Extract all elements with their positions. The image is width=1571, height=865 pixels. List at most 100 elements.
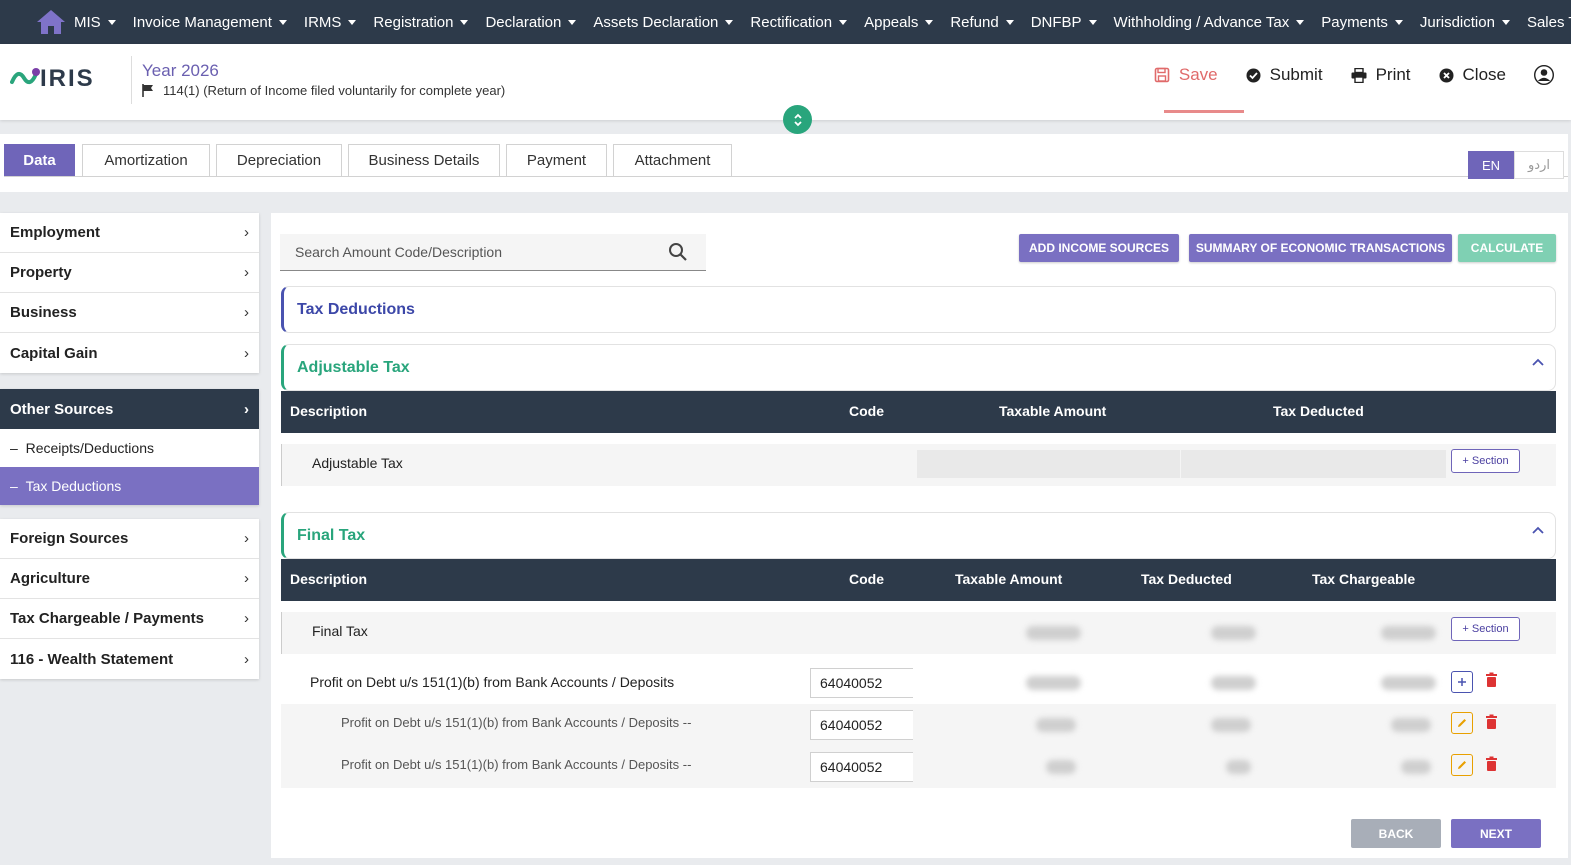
close-label: Close (1462, 65, 1506, 84)
chevron-right-icon: › (244, 610, 249, 627)
nav-payments[interactable]: Payments (1321, 14, 1403, 31)
col-taxable-amount: Taxable Amount (999, 403, 1107, 419)
sidebar-sub-label: Tax Deductions (25, 478, 122, 494)
taxable-amount-value (1026, 626, 1081, 640)
caret-down-icon (460, 19, 469, 25)
sidebar-item-capital-gain[interactable]: Capital Gain › (0, 333, 259, 373)
add-section-button[interactable]: + Section (1451, 617, 1520, 641)
sidebar-item-employment[interactable]: Employment › (0, 213, 259, 253)
add-section-button[interactable]: + Section (1451, 449, 1520, 473)
caret-down-icon (1394, 19, 1403, 25)
sidebar-item-tax-chargeable[interactable]: Tax Chargeable / Payments › (0, 599, 259, 639)
save-label: Save (1178, 65, 1218, 84)
nav-jurisdiction[interactable]: Jurisdiction (1420, 14, 1510, 31)
caret-down-icon (725, 19, 734, 25)
code-field[interactable]: 64040052 (810, 668, 913, 698)
tab-business-details[interactable]: Business Details (348, 144, 500, 176)
final-tax-item-row: Profit on Debt u/s 151(1)(b) from Bank A… (281, 662, 1556, 704)
col-description: Description (290, 571, 368, 587)
nav-irms[interactable]: IRMS (304, 14, 357, 31)
collapse-toggle-button[interactable] (783, 105, 812, 134)
tab-depreciation[interactable]: Depreciation (216, 144, 342, 176)
caret-down-icon (348, 19, 357, 25)
sidebar-sub-receipts-deductions[interactable]: – Receipts/Deductions (0, 429, 259, 467)
sidebar-item-business[interactable]: Business › (0, 293, 259, 333)
nav-assets-declaration[interactable]: Assets Declaration (593, 14, 734, 31)
taxable-amount-cell (917, 450, 1180, 478)
col-tax-chargeable: Tax Chargeable (1312, 571, 1416, 587)
code-field[interactable]: 64040052 (810, 710, 913, 740)
save-button[interactable]: Save (1154, 65, 1218, 85)
caret-down-icon (1296, 19, 1305, 25)
sidebar-sub-label: Receipts/Deductions (25, 440, 154, 456)
delete-icon[interactable] (1485, 756, 1498, 772)
nav-declaration[interactable]: Declaration (485, 14, 577, 31)
print-button[interactable]: Print (1351, 65, 1411, 85)
final-tax-header[interactable]: Final Tax (281, 512, 1556, 559)
tab-data[interactable]: Data (4, 144, 75, 176)
delete-icon[interactable] (1485, 714, 1498, 730)
col-code: Code (849, 403, 884, 419)
nav-refund[interactable]: Refund (950, 14, 1014, 31)
calculate-button[interactable]: CALCULATE (1458, 234, 1556, 262)
chevron-right-icon: › (244, 570, 249, 587)
chevron-updown-icon (793, 113, 802, 126)
close-button[interactable]: Close (1439, 65, 1506, 85)
nav-mis[interactable]: MIS (74, 14, 116, 31)
logo-text: IRIS (40, 65, 95, 92)
add-income-sources-button[interactable]: ADD INCOME SOURCES (1019, 234, 1179, 262)
code-field[interactable]: 64040052 (810, 752, 913, 782)
row-description: Adjustable Tax (312, 455, 403, 471)
tab-attachment[interactable]: Attachment (613, 144, 732, 176)
search-icon[interactable] (668, 242, 688, 262)
submit-button[interactable]: Submit (1246, 65, 1323, 85)
flag-icon (142, 84, 153, 97)
section-title: Tax Deductions (297, 300, 415, 318)
sidebar-sub-tax-deductions[interactable]: – Tax Deductions (0, 467, 259, 505)
nav-rectification[interactable]: Rectification (750, 14, 848, 31)
tab-payment[interactable]: Payment (506, 144, 607, 176)
sidebar-item-agriculture[interactable]: Agriculture › (0, 559, 259, 599)
tax-deductions-header: Tax Deductions (281, 286, 1556, 333)
caret-down-icon (1088, 19, 1097, 25)
nav-label: Payments (1321, 13, 1388, 31)
tab-amortization[interactable]: Amortization (82, 144, 210, 176)
lang-en-button[interactable]: EN (1468, 151, 1514, 179)
nav-label: MIS (74, 13, 101, 31)
sidebar-item-label: Tax Chargeable / Payments (10, 610, 204, 627)
nav-invoice-management[interactable]: Invoice Management (133, 14, 287, 31)
nav-appeals[interactable]: Appeals (864, 14, 934, 31)
home-icon[interactable] (36, 8, 66, 36)
nav-withholding[interactable]: Withholding / Advance Tax (1114, 14, 1305, 31)
sidebar-item-foreign-sources[interactable]: Foreign Sources › (0, 519, 259, 559)
sidebar-item-label: 116 - Wealth Statement (10, 650, 174, 668)
adjustable-tax-row: Adjustable Tax + Section (281, 444, 1556, 486)
caret-down-icon (839, 19, 848, 25)
summary-economic-transactions-button[interactable]: SUMMARY OF ECONOMIC TRANSACTIONS (1189, 234, 1452, 262)
sidebar-item-property[interactable]: Property › (0, 253, 259, 293)
col-description: Description (290, 403, 368, 419)
lang-urdu-button[interactable]: اردو (1514, 151, 1564, 179)
nav-dnfbp[interactable]: DNFBP (1031, 14, 1097, 31)
back-button[interactable]: BACK (1351, 819, 1441, 848)
sidebar-group-more: Foreign Sources › Agriculture › Tax Charge… (0, 519, 259, 679)
add-row-button[interactable] (1451, 671, 1473, 693)
edit-row-button[interactable] (1451, 754, 1473, 776)
tax-chargeable-value (1401, 760, 1431, 774)
nav-registration[interactable]: Registration (373, 14, 469, 31)
edit-row-button[interactable] (1451, 712, 1473, 734)
delete-icon[interactable] (1485, 672, 1498, 688)
nav-sales-tax[interactable]: Sales Tax (1527, 14, 1571, 31)
sidebar-group-other-sources: Other Sources › – Receipts/Deductions – T… (0, 389, 259, 505)
tax-deducted-cell (1181, 450, 1446, 478)
user-account-button[interactable] (1534, 65, 1554, 85)
chevron-up-icon[interactable] (1531, 357, 1545, 367)
next-button[interactable]: NEXT (1451, 819, 1541, 848)
sidebar-item-other-sources[interactable]: Other Sources › (0, 389, 259, 429)
adjustable-tax-header[interactable]: Adjustable Tax (281, 344, 1556, 391)
tax-year: Year 2026 (142, 61, 219, 80)
chevron-up-icon[interactable] (1531, 525, 1545, 535)
search-input[interactable]: Search Amount Code/Description (280, 234, 706, 271)
user-icon (1534, 65, 1554, 85)
sidebar-item-wealth-statement[interactable]: 116 - Wealth Statement › (0, 639, 259, 679)
